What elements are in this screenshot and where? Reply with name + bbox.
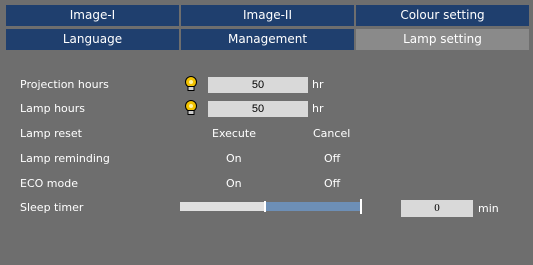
- lamp-reset-cancel[interactable]: Cancel: [313, 127, 350, 141]
- sleep-timer-slider-end: [360, 199, 362, 214]
- eco-mode-on[interactable]: On: [226, 177, 242, 191]
- projection-hours-unit: hr: [312, 78, 324, 91]
- sleep-timer-slider-handle[interactable]: [264, 201, 266, 212]
- lamp-reminding-on[interactable]: On: [226, 152, 242, 166]
- lamp-hours-value: 50: [208, 101, 308, 117]
- osd-menu: Image-I Image-II Colour setting Language…: [0, 0, 533, 265]
- lamp-reset-execute[interactable]: Execute: [212, 127, 256, 141]
- tab-language[interactable]: Language: [6, 29, 181, 50]
- lamp-bulb-icon: [185, 100, 197, 115]
- tab-row-2: Language Management Lamp setting: [6, 29, 529, 50]
- projection-hours-value: 50: [208, 77, 308, 93]
- sleep-timer-slider[interactable]: [180, 199, 362, 214]
- lamp-reminding-label: Lamp reminding: [20, 152, 110, 165]
- tab-management[interactable]: Management: [181, 29, 356, 50]
- tab-colour-setting[interactable]: Colour setting: [356, 5, 529, 26]
- sleep-timer-label: Sleep timer: [20, 201, 84, 214]
- lamp-hours-label: Lamp hours: [20, 102, 85, 115]
- lamp-hours-unit: hr: [312, 102, 324, 115]
- tab-image-ii[interactable]: Image-II: [181, 5, 356, 26]
- sleep-timer-slider-fill: [180, 202, 265, 211]
- tab-row-1: Image-I Image-II Colour setting: [6, 5, 529, 26]
- sleep-timer-unit: min: [478, 202, 499, 215]
- eco-mode-off[interactable]: Off: [324, 177, 340, 191]
- eco-mode-label: ECO mode: [20, 177, 78, 190]
- lamp-reset-label: Lamp reset: [20, 127, 82, 140]
- tab-image-i[interactable]: Image-I: [6, 5, 181, 26]
- lamp-reminding-off[interactable]: Off: [324, 152, 340, 166]
- sleep-timer-value: 0: [401, 200, 473, 217]
- lamp-bulb-icon: [185, 76, 197, 91]
- projection-hours-label: Projection hours: [20, 78, 109, 91]
- tab-lamp-setting[interactable]: Lamp setting: [356, 29, 529, 50]
